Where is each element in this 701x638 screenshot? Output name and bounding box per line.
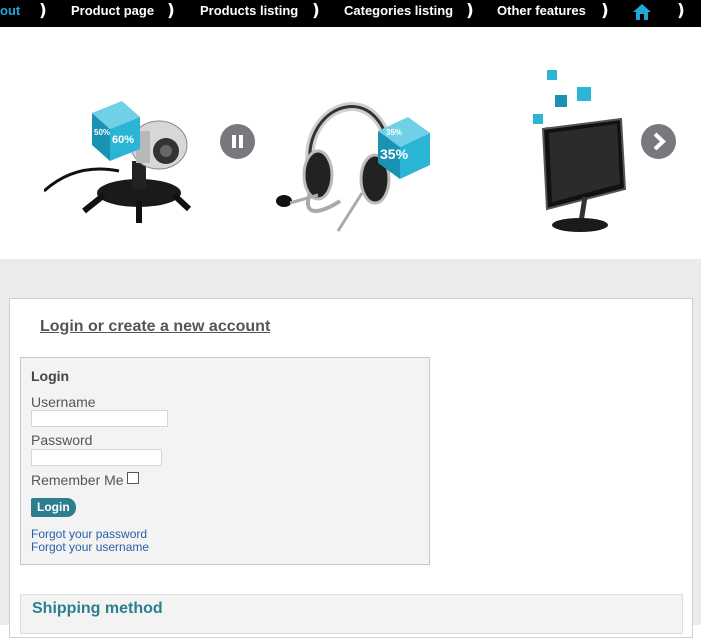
password-field[interactable]	[31, 449, 162, 466]
chevron-right-icon	[653, 132, 666, 151]
webcam-image: 60% 50%	[44, 101, 192, 223]
home-icon[interactable]	[632, 3, 652, 21]
pause-icon	[232, 135, 243, 148]
forgot-username-link[interactable]: Forgot your username	[31, 540, 149, 554]
headset-image: 35% 35%	[276, 102, 430, 232]
username-field[interactable]	[31, 410, 168, 427]
nav-item-categories-listing[interactable]: Categories listing	[344, 0, 453, 27]
product-slideshow: 60% 50% 35% 35%	[0, 27, 701, 259]
nav-separator: )	[312, 1, 320, 21]
page-title[interactable]: Login or create a new account	[40, 318, 270, 336]
nav-separator: )	[39, 1, 47, 21]
nav-item-products-listing[interactable]: Products listing	[200, 0, 298, 27]
discount-label: 35%	[386, 128, 402, 137]
discount-label: 50%	[94, 128, 110, 137]
remember-me-checkbox[interactable]	[127, 472, 139, 484]
discount-label: 60%	[112, 134, 134, 146]
shipping-method-title: Shipping method	[32, 600, 163, 617]
nav-separator: )	[677, 1, 685, 21]
nav-separator: )	[167, 1, 175, 21]
nav-item-product-page[interactable]: Product page	[71, 0, 154, 27]
nav-item-about[interactable]: out	[0, 0, 20, 27]
nav-separator: )	[466, 1, 474, 21]
nav-item-other-features[interactable]: Other features	[497, 0, 586, 27]
nav-separator: )	[601, 1, 609, 21]
top-navigation: out ) Product page ) Products listing ) …	[0, 0, 701, 27]
next-slide-button[interactable]	[641, 124, 676, 159]
login-title: Login	[31, 368, 70, 384]
discount-label: 35%	[380, 146, 409, 162]
pause-button[interactable]	[220, 124, 255, 159]
username-label: Username	[31, 394, 96, 410]
forgot-password-link[interactable]: Forgot your password	[31, 527, 147, 541]
password-label: Password	[31, 432, 93, 448]
login-button[interactable]: Login	[31, 498, 76, 517]
monitor-image	[533, 70, 627, 232]
remember-me-label: Remember Me	[31, 472, 124, 488]
